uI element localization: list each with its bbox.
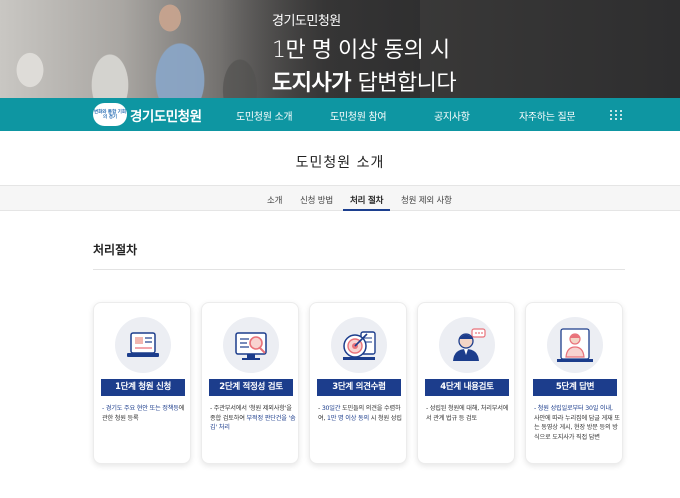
step-card-3: 3단계 의견수렴 - 30일간 도민들의 의견을 수렴하여, 1만 명 이상 동… (309, 302, 407, 464)
tab-intro[interactable]: 소개 (267, 194, 282, 206)
step-description: - 청원 성립일로부터 30일 이내, 사안에 따라 누리집에 답글 게재 또는… (534, 405, 620, 441)
logo-badge: 변화와 통합 기회의 경기 (93, 103, 127, 126)
answer-person-icon (547, 317, 603, 373)
sub-tabs: 소개 신청 방법 처리 절차 청원 제외 사항 (0, 185, 680, 211)
nav-item-participate[interactable]: 도민청원 참여 (330, 108, 387, 123)
step-description: - 성립된 청원에 대해, 처리부서에서 관계 법규 등 검토 (426, 405, 509, 422)
target-icon (331, 317, 387, 373)
active-tab-indicator (343, 209, 390, 211)
step-label: 4단계 내용검토 (425, 379, 509, 396)
hero-banner: 경기도민청원 1만 명 이상 동의 시 도지사가 답변합니다 (0, 0, 680, 98)
step-card-1: 1단계 청원 신청 - 경기도 주요 현안 또는 정책등에 관한 청원 등록 (93, 302, 191, 464)
step-description: - 주관부서에서 '청원 제외사항'을 종합 검토하여 부적정 판단건을 '숨김… (210, 405, 296, 431)
hero-headline-2: 도지사가 답변합니다 (272, 71, 457, 96)
step-description: - 경기도 주요 현안 또는 정책등에 관한 청원 등록 (102, 405, 185, 422)
step-label: 3단계 의견수렴 (317, 379, 401, 396)
step-card-4: 4단계 내용검토 - 성립된 청원에 대해, 처리부서에서 관계 법규 등 검토 (417, 302, 515, 464)
step-description: - 30일간 도민들의 의견을 수렴하여, 1만 명 이상 동의 시 청원 성립 (318, 405, 402, 422)
section-title: 처리절차 (93, 243, 138, 257)
step-card-2: 2단계 적정성 검토 - 주관부서에서 '청원 제외사항'을 종합 검토하여 부… (201, 302, 299, 464)
nav-item-intro[interactable]: 도민청원 소개 (236, 108, 293, 123)
nav-item-notice[interactable]: 공지사항 (434, 108, 470, 123)
nav-item-faq[interactable]: 자주하는 질문 (519, 108, 576, 123)
step-label: 5단계 답변 (533, 379, 617, 396)
tab-how-to-apply[interactable]: 신청 방법 (300, 194, 333, 206)
step-label: 1단계 청원 신청 (101, 379, 185, 396)
logo-text: 경기도민청원 (130, 108, 202, 125)
step-label: 2단계 적정성 검토 (209, 379, 293, 396)
tab-process[interactable]: 처리 절차 (350, 194, 383, 206)
hero-headline-1: 1만 명 이상 동의 시 (272, 38, 450, 63)
page-title: 도민청원 소개 (295, 155, 385, 171)
site-logo[interactable]: 변화와 통합 기회의 경기 경기도민청원 (93, 103, 202, 126)
step-card-5: 5단계 답변 - 청원 성립일로부터 30일 이내, 사안에 따라 누리집에 답… (525, 302, 623, 464)
all-menu-grid-icon[interactable] (610, 110, 622, 120)
official-person-icon (439, 317, 495, 373)
review-monitor-icon (223, 317, 279, 373)
hero-text: 경기도민청원 1만 명 이상 동의 시 도지사가 답변합니다 (272, 10, 457, 97)
application-form-icon (115, 317, 171, 373)
tab-exclusions[interactable]: 청원 제외 사항 (401, 194, 452, 206)
section-divider (93, 269, 625, 270)
main-nav: 변화와 통합 기회의 경기 경기도민청원 도민청원 소개 도민청원 참여 공지사… (0, 98, 680, 131)
hero-subtitle: 경기도민청원 (272, 14, 341, 29)
